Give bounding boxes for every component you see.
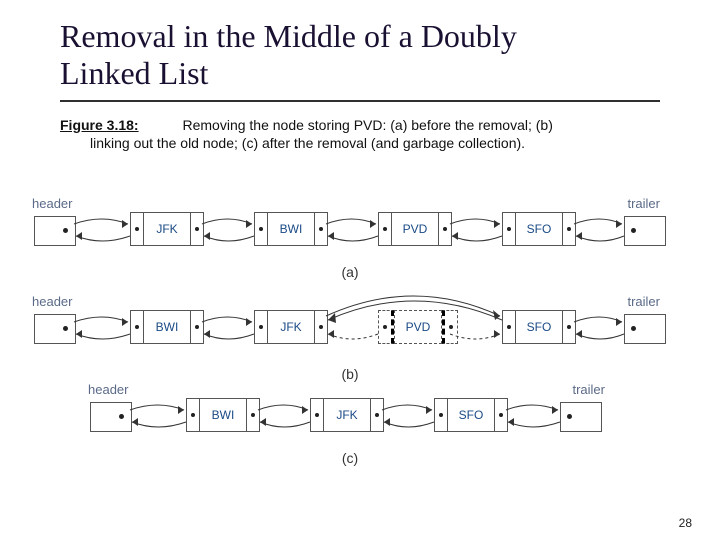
diagram-row-c: header trailer BWI JFK SFO [30, 382, 670, 442]
page-number: 28 [679, 516, 692, 530]
arrows-b [30, 280, 670, 358]
sublabel-c: (c) [30, 450, 670, 466]
arrows-c [30, 382, 670, 442]
sublabel-b: (b) [30, 366, 670, 382]
figure-caption: Figure 3.18: Removing the node storing P… [0, 102, 720, 154]
caption-line-1: Removing the node storing PVD: (a) befor… [182, 117, 552, 133]
caption-line-2: linking out the old node; (c) after the … [60, 135, 525, 151]
figure-label: Figure 3.18: [60, 117, 139, 133]
title-line-2: Linked List [60, 55, 208, 91]
sublabel-a: (a) [30, 264, 670, 280]
diagram-area: header trailer JFK BWI PVD SFO [30, 196, 670, 466]
arrows-a [30, 196, 670, 256]
diagram-row-b: header trailer BWI JFK PVD SFO [30, 280, 670, 358]
slide-title: Removal in the Middle of a Doubly Linked… [0, 0, 720, 94]
title-line-1: Removal in the Middle of a Doubly [60, 18, 517, 54]
diagram-row-a: header trailer JFK BWI PVD SFO [30, 196, 670, 256]
